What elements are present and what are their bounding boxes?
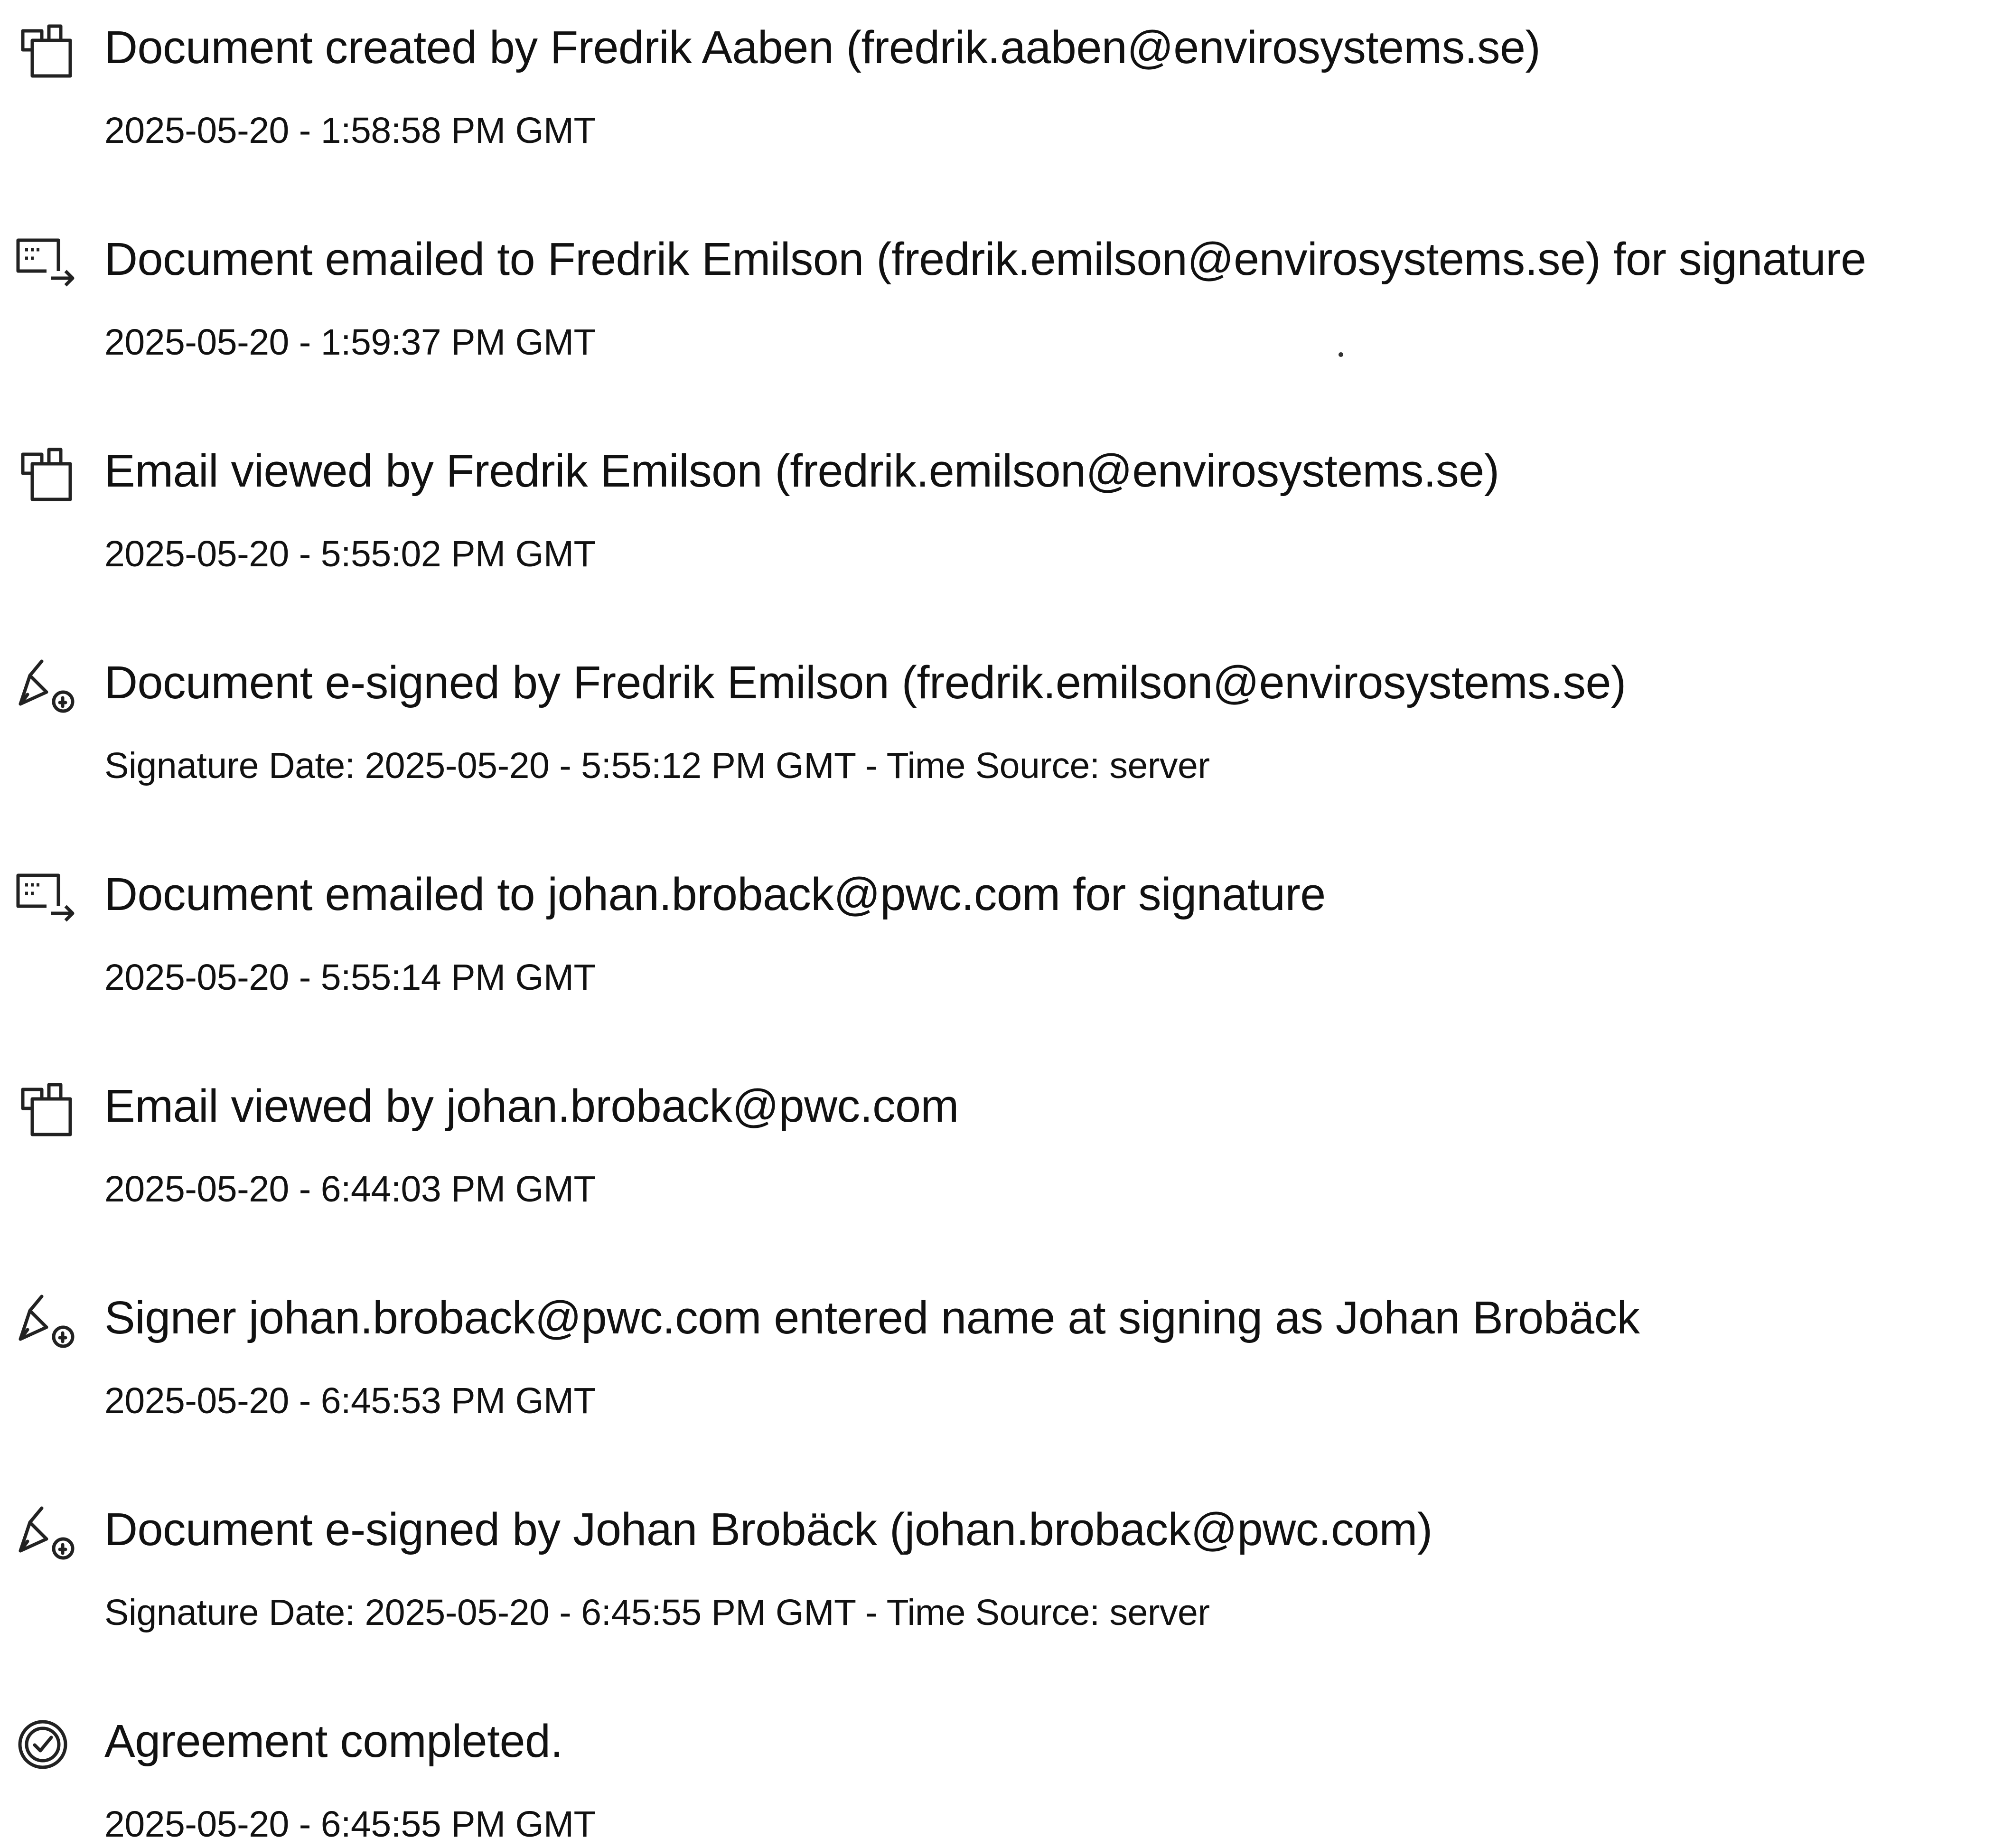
event-timestamp: 2025-05-20 - 6:45:53 PM GMT	[104, 1380, 596, 1421]
document-created-icon	[13, 24, 77, 78]
e-signed-icon	[13, 659, 77, 713]
event-timestamp: 2025-05-20 - 6:45:55 PM GMT	[104, 1804, 596, 1845]
scan-speck	[1339, 352, 1343, 357]
event-timestamp: 2025-05-20 - 5:55:02 PM GMT	[104, 534, 596, 574]
event-title: Document e-signed by Johan Brobäck (joha…	[104, 1503, 1432, 1555]
event-title: Email viewed by Fredrik Emilson (fredrik…	[104, 445, 1499, 497]
signer-name-icon	[13, 1294, 77, 1349]
event-title: Document emailed to johan.broback@pwc.co…	[104, 868, 1326, 920]
event-title: Agreement completed.	[104, 1715, 563, 1767]
event-timestamp: 2025-05-20 - 6:44:03 PM GMT	[104, 1169, 596, 1210]
event-timestamp: 2025-05-20 - 5:55:14 PM GMT	[104, 957, 596, 998]
event-title: Document emailed to Fredrik Emilson (fre…	[104, 233, 1866, 285]
event-title: Document e-signed by Fredrik Emilson (fr…	[104, 657, 1626, 708]
event-title: Signer johan.broback@pwc.com entered nam…	[104, 1292, 1640, 1343]
email-viewed-icon	[13, 447, 77, 502]
document-emailed-icon	[13, 235, 77, 290]
email-viewed-icon	[13, 1082, 77, 1137]
event-timestamp: 2025-05-20 - 1:59:37 PM GMT	[104, 322, 596, 363]
event-signature-date: Signature Date: 2025-05-20 - 6:45:55 PM …	[104, 1592, 1210, 1633]
e-signed-icon	[13, 1506, 77, 1560]
agreement-completed-icon	[13, 1717, 77, 1772]
document-emailed-icon	[13, 871, 77, 925]
event-signature-date: Signature Date: 2025-05-20 - 5:55:12 PM …	[104, 745, 1210, 786]
event-title: Document created by Fredrik Aaben (fredr…	[104, 21, 1541, 73]
event-timestamp: 2025-05-20 - 1:58:58 PM GMT	[104, 110, 596, 151]
event-title: Email viewed by johan.broback@pwc.com	[104, 1080, 959, 1132]
